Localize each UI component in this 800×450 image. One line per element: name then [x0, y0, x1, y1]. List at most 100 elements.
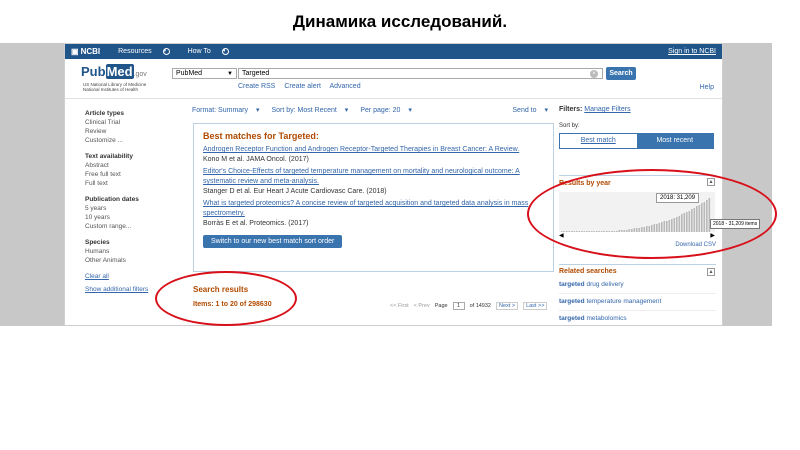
logo-pub: Pub: [81, 64, 106, 79]
best-matches-box: Best matches for Targeted: Androgen Rece…: [193, 123, 554, 272]
filter-item[interactable]: Custom range...: [85, 222, 175, 231]
related-term-bold: targeted: [559, 281, 585, 288]
ncbi-icon: ▣: [71, 47, 79, 56]
ncbi-logo[interactable]: ▣ NCBI: [71, 47, 109, 56]
sort-most-recent-button[interactable]: Most recent: [636, 134, 713, 148]
annotation-ellipse-chart: [527, 169, 777, 259]
create-rss-link[interactable]: Create RSS: [238, 83, 275, 90]
filter-group-text-availability: Text availability Abstract Free full tex…: [85, 152, 175, 188]
chevron-down-icon: ▾: [544, 107, 548, 114]
chevron-down-icon: ▾: [408, 107, 412, 114]
pubmed-header: PubMed.gov US National Library of Medici…: [65, 59, 722, 99]
filter-item[interactable]: Full text: [85, 179, 175, 188]
search-value: Targeted: [242, 70, 270, 77]
filter-group-publication-dates: Publication dates 5 years 10 years Custo…: [85, 195, 175, 231]
howto-label: How To: [187, 48, 211, 55]
clear-icon[interactable]: ×: [590, 70, 598, 78]
send-label: Send to: [512, 107, 537, 114]
related-term-bold: targeted: [559, 315, 585, 322]
create-alert-link[interactable]: Create alert: [284, 83, 321, 90]
article-citation: Borràs E et al. Proteomics. (2017): [203, 220, 309, 227]
filter-item[interactable]: Review: [85, 127, 175, 136]
filters-row: Filters: Manage Filters: [559, 106, 715, 113]
resources-label: Resources: [118, 48, 152, 55]
filter-item[interactable]: Free full text: [85, 170, 175, 179]
article-citation: Kono M et al. JAMA Oncol. (2017): [203, 156, 309, 163]
chevron-down-icon: ▾: [344, 107, 349, 114]
related-searches-panel: Related searches ▴ targeted drug deliver…: [559, 264, 716, 325]
format-bar: Format: Summary ▾ Sort by: Most Recent ▾…: [192, 106, 554, 114]
search-button[interactable]: Search: [606, 67, 636, 80]
perpage-menu[interactable]: Per page: 20 ▾: [360, 106, 418, 114]
related-term-rest: temperature management: [586, 298, 662, 305]
slide-title: Динамика исследований.: [292, 12, 508, 31]
search-input[interactable]: Targeted ×: [238, 68, 603, 79]
related-search-item[interactable]: targeted metabolomics: [559, 311, 716, 325]
collapse-icon[interactable]: ▴: [707, 268, 715, 276]
left-gutter: [0, 43, 64, 326]
logo-med: Med: [105, 64, 134, 79]
logo-sub-line2: National Institutes of Health: [83, 87, 139, 92]
article-link[interactable]: Editor's Choice-Effects of targeted temp…: [203, 167, 544, 187]
best-matches-title: Best matches for Targeted:: [203, 131, 319, 141]
filter-item[interactable]: 10 years: [85, 213, 175, 222]
logo-subtitle: US National Library of Medicine National…: [83, 82, 173, 92]
filter-item[interactable]: 5 years: [85, 204, 175, 213]
search-sublinks: Create RSS Create alert Advanced: [238, 83, 368, 90]
chevron-down-icon: ▾: [221, 48, 229, 55]
manage-filters-link[interactable]: Manage Filters: [584, 106, 630, 113]
related-term-rest: drug delivery: [586, 281, 624, 288]
article-link[interactable]: What is targeted proteomics? A concise r…: [203, 199, 544, 219]
help-link[interactable]: Help: [700, 84, 714, 91]
chevron-down-icon: ▾: [255, 107, 260, 114]
sort-menu[interactable]: Sort by: Most Recent ▾: [271, 106, 354, 114]
filter-item[interactable]: Customize ...: [85, 136, 175, 145]
prev-page-button[interactable]: < Prev: [414, 303, 430, 309]
page-total: of 14932: [469, 303, 491, 309]
dropdown-arrow-icon: ▼: [227, 71, 233, 77]
last-page-button[interactable]: Last >>: [523, 302, 548, 310]
filters-label: Filters:: [559, 106, 583, 113]
pagination: << First < Prev Page 1 of 14932 Next > L…: [390, 302, 552, 310]
howto-menu[interactable]: How To ▾: [188, 48, 238, 55]
filter-group-species: Species Humans Other Animals: [85, 238, 175, 265]
related-search-item[interactable]: targeted temperature management: [559, 294, 716, 311]
send-to-menu[interactable]: Send to ▾: [512, 106, 554, 114]
right-panel: Filters: Manage Filters Sort by: Best ma…: [559, 106, 715, 149]
left-filter-panel: Article types Clinical Trial Review Cust…: [85, 106, 175, 294]
page-input[interactable]: 1: [452, 302, 465, 310]
chevron-down-icon: ▾: [162, 48, 170, 55]
related-search-item[interactable]: targeted drug delivery: [559, 277, 716, 294]
switch-sort-button[interactable]: Switch to our new best match sort order: [203, 235, 343, 248]
ncbi-label: NCBI: [80, 47, 101, 56]
database-select[interactable]: PubMed ▼: [172, 68, 237, 79]
first-page-button[interactable]: << First: [390, 303, 409, 309]
article-link[interactable]: Androgen Receptor Function and Androgen …: [203, 145, 544, 155]
filter-item[interactable]: Humans: [85, 247, 175, 256]
next-page-button[interactable]: Next >: [496, 302, 519, 310]
pubmed-logo[interactable]: PubMed.gov: [81, 64, 147, 79]
related-searches-title: Related searches: [559, 268, 617, 275]
advanced-link[interactable]: Advanced: [329, 83, 360, 90]
article-citation: Stanger D et al. Eur Heart J Acute Cardi…: [203, 188, 387, 195]
filter-item[interactable]: Clinical Trial: [85, 118, 175, 127]
filter-heading: Publication dates: [85, 196, 139, 203]
database-value: PubMed: [176, 70, 203, 77]
resources-menu[interactable]: Resources ▾: [118, 48, 178, 55]
sortby-label: Sort by:: [559, 123, 580, 129]
logo-gov: .gov: [133, 71, 147, 78]
signin-link[interactable]: Sign in to NCBI: [668, 48, 716, 55]
sort-toggle: Best match Most recent: [559, 133, 714, 149]
sort-best-match-button[interactable]: Best match: [560, 134, 637, 148]
page-label: Page: [434, 303, 448, 309]
ncbi-topbar: ▣ NCBI Resources ▾ How To ▾ Sign in to NCB…: [65, 44, 722, 59]
perpage-label: Per page: 20: [360, 107, 401, 114]
filter-heading: Article types: [85, 110, 125, 117]
sort-label: Sort by: Most Recent: [271, 107, 337, 114]
filter-item[interactable]: Abstract: [85, 161, 175, 170]
clear-all-link[interactable]: Clear all: [85, 272, 175, 281]
filter-heading: Species: [85, 239, 110, 246]
format-menu[interactable]: Format: Summary ▾: [192, 106, 265, 114]
filter-item[interactable]: Other Animals: [85, 256, 175, 265]
related-term-bold: targeted: [559, 298, 585, 305]
